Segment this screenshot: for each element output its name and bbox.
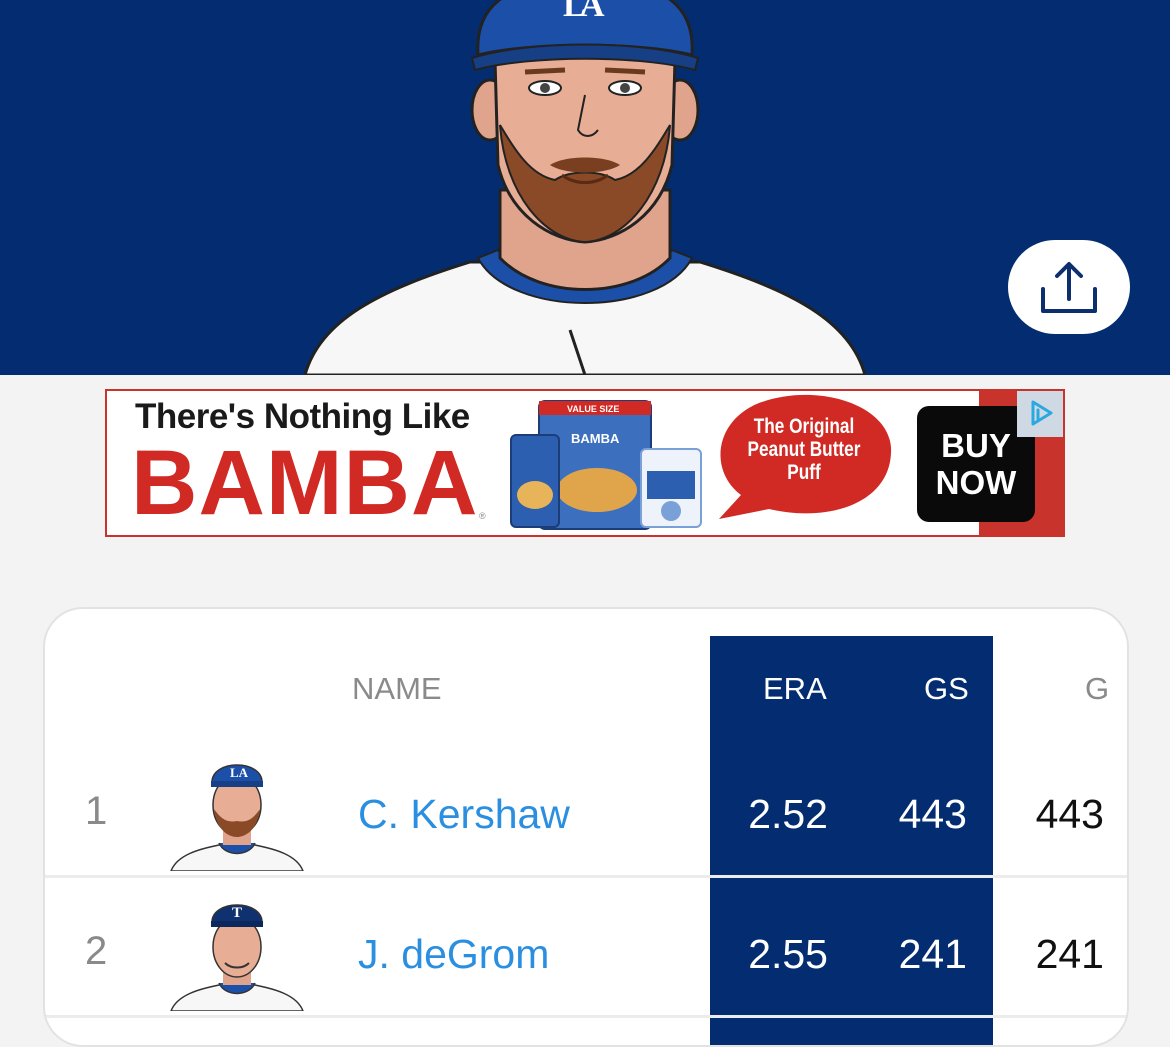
cell-era: 2.55: [748, 931, 828, 977]
team-logo-text: T: [232, 905, 242, 921]
player-avatar-icon: LA: [170, 764, 304, 871]
player-avatar-icon: T: [170, 904, 304, 1011]
cell-g: 241: [1035, 931, 1104, 977]
ad-brand-logo: BAMBA: [131, 432, 479, 534]
column-header-name[interactable]: NAME: [352, 671, 442, 707]
share-upload-icon: [1041, 262, 1097, 313]
column-header-gs[interactable]: GS: [924, 671, 969, 707]
share-button[interactable]: [1008, 240, 1130, 334]
now-label: NOW: [935, 464, 1017, 501]
team-logo-text: LA: [230, 765, 249, 780]
svg-text:VALUE SIZE: VALUE SIZE: [567, 404, 619, 414]
column-header-era[interactable]: ERA: [763, 671, 827, 707]
stats-table: NAME ERA GS G 1 LA C. Kershaw 2.52 443 4…: [43, 607, 1129, 1047]
row-rank: 2: [85, 929, 108, 973]
buy-label: BUY: [941, 427, 1011, 464]
player-hero: L A: [0, 0, 1170, 375]
row-divider: [45, 1015, 1127, 1018]
cell-gs: 443: [898, 791, 967, 837]
svg-text:A: A: [580, 0, 605, 24]
row-rank: 1: [85, 789, 108, 833]
player-portrait-icon: L A: [303, 0, 867, 375]
cell-era: 2.52: [748, 791, 828, 837]
player-name-link[interactable]: C. Kershaw: [358, 791, 570, 838]
bubble-line-3: Puff: [787, 461, 821, 484]
table-row[interactable]: 1 LA C. Kershaw 2.52 443 443: [45, 739, 1127, 879]
snack-bags-icon: VALUE SIZE BAMBA: [510, 400, 702, 530]
ad-tagline: There's Nothing Like: [135, 397, 470, 436]
adchoices-button[interactable]: [1017, 391, 1063, 437]
player-name-link[interactable]: J. deGrom: [358, 931, 549, 978]
row-divider: [45, 875, 1127, 878]
bubble-line-1: The Original: [753, 415, 855, 438]
cell-gs: 241: [898, 931, 967, 977]
adchoices-icon: [1031, 400, 1053, 426]
advertisement-banner[interactable]: There's Nothing Like BAMBA ® VALUE SIZE …: [105, 389, 1065, 537]
bubble-line-2: Peanut Butter: [747, 438, 861, 461]
ad-bubble-text: The Original Peanut Butter Puff: [743, 415, 866, 484]
column-header-g[interactable]: G: [1085, 671, 1109, 707]
table-row[interactable]: 2 T J. deGrom 2.55 241 241: [45, 879, 1127, 1019]
ad-trademark: ®: [479, 511, 486, 521]
cell-g: 443: [1035, 791, 1104, 837]
svg-text:BAMBA: BAMBA: [571, 431, 620, 446]
